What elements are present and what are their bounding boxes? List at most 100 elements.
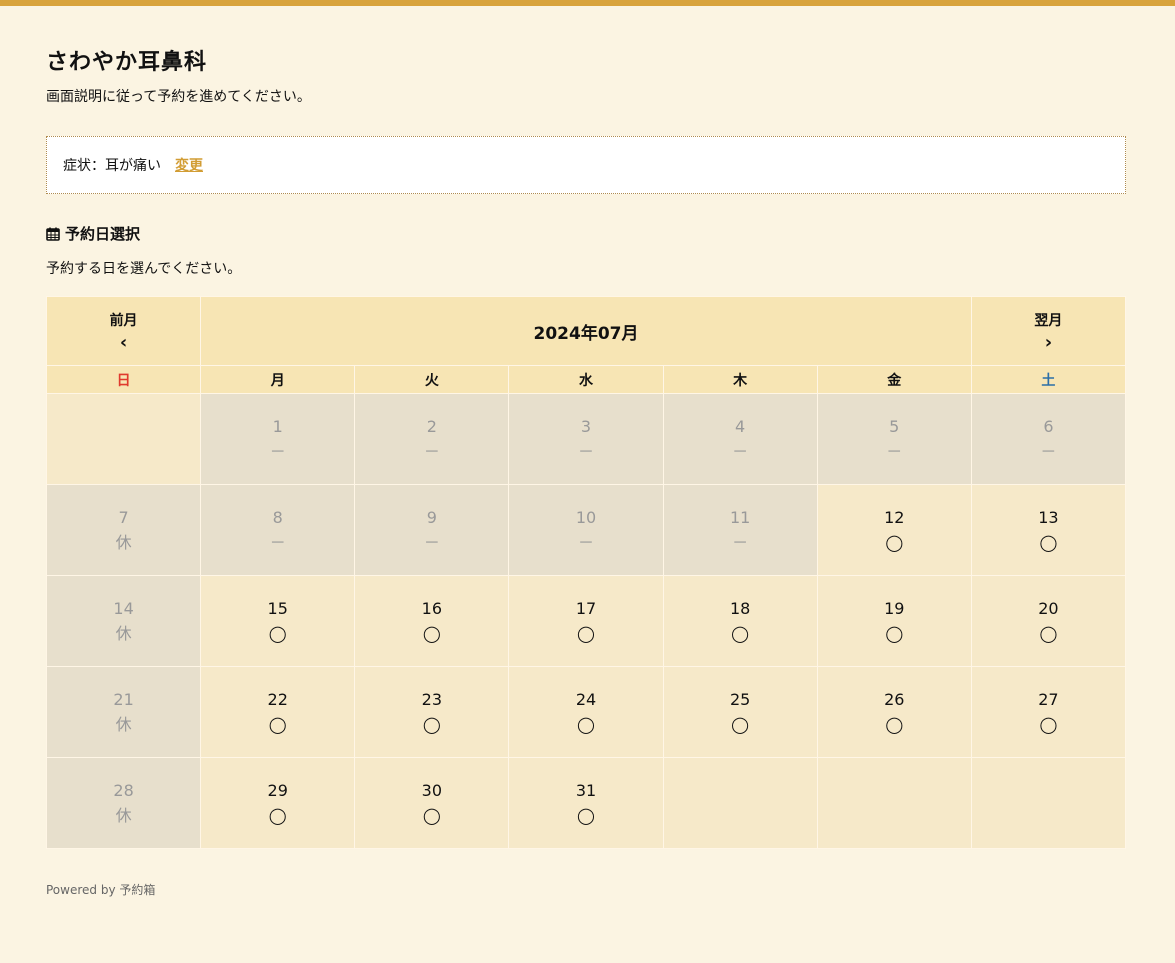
- day-number: 4: [735, 416, 746, 436]
- calendar-day-21: 21 休: [45, 666, 202, 758]
- section-description: 予約する日を選んでください。: [46, 261, 242, 277]
- day-number: 27: [1038, 689, 1059, 709]
- day-number: 26: [884, 689, 905, 709]
- calendar-day-2: 2 －: [354, 393, 510, 485]
- unavailable-status: －: [577, 441, 594, 461]
- chevron-right-icon: ›: [1044, 332, 1053, 353]
- calendar-day-25[interactable]: 25 ◯: [662, 666, 818, 758]
- available-status: ◯: [577, 714, 595, 734]
- calendar-day-18[interactable]: 18 ◯: [662, 575, 818, 667]
- calendar-week-row: 21 休 22 ◯ 23 ◯ 24 ◯ 25 ◯ 26 ◯ 27 ◯: [45, 666, 1127, 758]
- unavailable-status: －: [577, 532, 594, 552]
- available-status: ◯: [1039, 623, 1058, 643]
- calendar-day-12[interactable]: 12 ◯: [816, 484, 972, 576]
- footer-powered-by: Powered by 予約箱: [46, 883, 156, 897]
- calendar-day-27[interactable]: 27 ◯: [970, 666, 1127, 758]
- day-number: 5: [889, 416, 900, 436]
- calendar-day-8: 8 －: [200, 484, 356, 576]
- calendar-day-13[interactable]: 13 ◯: [970, 484, 1127, 576]
- calendar-day-29[interactable]: 29 ◯: [200, 757, 356, 849]
- available-status: ◯: [885, 532, 904, 552]
- change-symptom-link[interactable]: 変更: [175, 155, 203, 175]
- unavailable-status: －: [732, 441, 749, 461]
- calendar-day-14: 14 休: [45, 575, 202, 667]
- available-status: ◯: [268, 623, 287, 643]
- day-number: 28: [113, 780, 134, 800]
- available-status: ◯: [1039, 532, 1058, 552]
- unavailable-status: －: [886, 441, 903, 461]
- day-number: 11: [729, 507, 751, 527]
- day-number: 25: [729, 689, 751, 709]
- next-month-button[interactable]: 翌月 ›: [972, 297, 1125, 365]
- next-month-cell[interactable]: 翌月 ›: [970, 296, 1127, 366]
- day-number: 9: [426, 507, 437, 527]
- day-number: 12: [884, 507, 905, 527]
- unavailable-status: 休: [115, 532, 132, 552]
- month-header: 2024年07月: [200, 296, 972, 366]
- page-subtitle: 画面説明に従って予約を進めてください。: [46, 89, 311, 105]
- prev-month-button[interactable]: 前月 ‹: [47, 297, 200, 365]
- calendar-day-17[interactable]: 17 ◯: [508, 575, 664, 667]
- weekday-header-row: 日 月 火 水 木 金 土: [45, 365, 1127, 394]
- calendar-day-5: 5 －: [816, 393, 972, 485]
- available-status: ◯: [577, 623, 595, 643]
- calendar-week-row: 7 休 8 － 9 － 10 － 11 － 12 ◯ 13 ◯: [45, 484, 1127, 576]
- calendar-day-28: 28 休: [45, 757, 202, 849]
- day-number: 10: [575, 507, 597, 527]
- calendar-day-11: 11 －: [662, 484, 818, 576]
- day-number: 18: [729, 598, 751, 618]
- unavailable-status: －: [269, 532, 286, 552]
- available-status: ◯: [422, 714, 441, 734]
- calendar-day-19[interactable]: 19 ◯: [816, 575, 972, 667]
- weekday-mon: 月: [200, 365, 356, 394]
- calendar-day-3: 3 －: [508, 393, 664, 485]
- calendar-day-31[interactable]: 31 ◯: [508, 757, 664, 849]
- month-label: 2024年07月: [533, 323, 639, 344]
- calendar-week-row: 1 － 2 － 3 － 4 － 5 － 6 －: [45, 393, 1127, 485]
- calendar-empty-cell: [816, 757, 972, 849]
- calendar-day-15[interactable]: 15 ◯: [200, 575, 356, 667]
- day-number: 16: [421, 598, 443, 618]
- unavailable-status: －: [1040, 441, 1057, 461]
- available-status: ◯: [268, 714, 287, 734]
- unavailable-status: －: [269, 441, 286, 461]
- calendar-day-26[interactable]: 26 ◯: [816, 666, 972, 758]
- calendar-day-22[interactable]: 22 ◯: [200, 666, 356, 758]
- calendar-day-4: 4 －: [662, 393, 818, 485]
- calendar-empty-cell: [45, 393, 202, 485]
- day-number: 14: [113, 598, 134, 618]
- weekday-wed: 水: [508, 365, 664, 394]
- calendar-icon: [46, 227, 60, 241]
- calendar-week-row: 14 休 15 ◯ 16 ◯ 17 ◯ 18 ◯ 19 ◯ 20 ◯: [45, 575, 1127, 667]
- day-number: 23: [421, 689, 443, 709]
- prev-month-label: 前月: [109, 313, 138, 329]
- day-number: 7: [118, 507, 129, 527]
- weekday-tue: 火: [354, 365, 510, 394]
- available-status: ◯: [885, 623, 904, 643]
- weekday-sat: 土: [970, 365, 1127, 394]
- available-status: ◯: [422, 805, 441, 825]
- next-month-label: 翌月: [1034, 313, 1063, 329]
- calendar-day-16[interactable]: 16 ◯: [354, 575, 510, 667]
- available-status: ◯: [885, 714, 904, 734]
- day-number: 19: [884, 598, 905, 618]
- calendar-day-30[interactable]: 30 ◯: [354, 757, 510, 849]
- calendar-day-10: 10 －: [508, 484, 664, 576]
- weekday-sun: 日: [45, 365, 202, 394]
- prev-month-cell[interactable]: 前月 ‹: [45, 296, 202, 366]
- available-status: ◯: [1039, 714, 1058, 734]
- calendar-day-24[interactable]: 24 ◯: [508, 666, 664, 758]
- calendar-day-7: 7休: [45, 484, 202, 576]
- calendar-day-9: 9 －: [354, 484, 510, 576]
- calendar-day-20[interactable]: 20 ◯: [970, 575, 1127, 667]
- unavailable-status: 休: [115, 623, 132, 643]
- day-number: 31: [575, 780, 597, 800]
- day-number: 8: [272, 507, 283, 527]
- day-number: 22: [267, 689, 288, 709]
- day-number: 30: [421, 780, 443, 800]
- available-status: ◯: [731, 714, 750, 734]
- available-status: ◯: [731, 623, 750, 643]
- calendar-nav-row: 前月 ‹ 2024年07月 翌月 ›: [45, 296, 1127, 366]
- unavailable-status: －: [423, 441, 440, 461]
- calendar-day-23[interactable]: 23 ◯: [354, 666, 510, 758]
